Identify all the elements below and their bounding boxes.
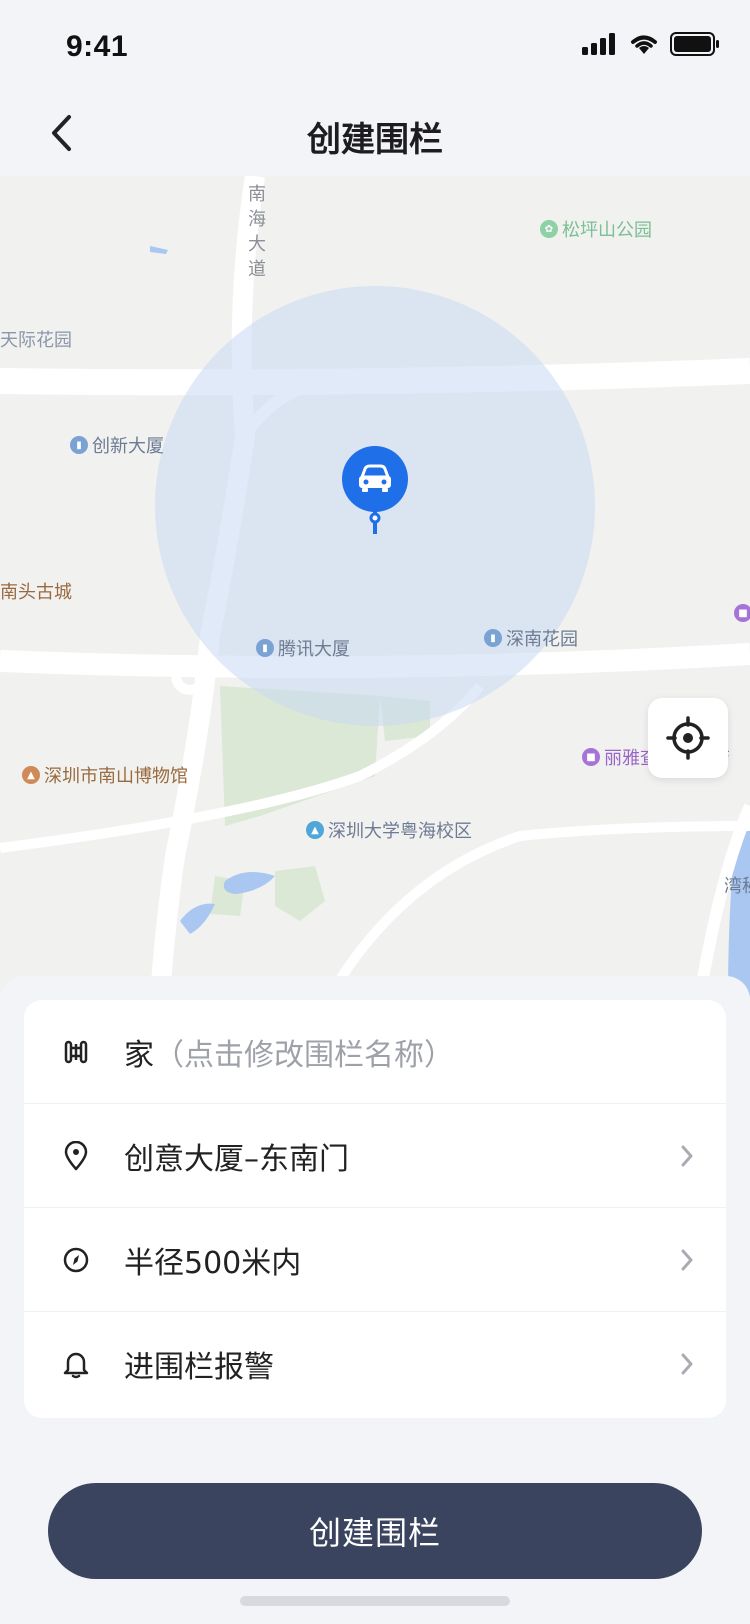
page-title: 创建围栏 [307,120,443,160]
fence-name-hint: （点击修改围栏名称） [154,1037,454,1073]
nav-bar: 创建围栏 [0,90,750,176]
fence-location-text: 创意大厦–东南门 [124,1141,349,1177]
status-time: 9:41 [66,30,129,63]
wifi-icon [631,35,657,54]
poi-szu[interactable]: ▲ 深圳大学粤海校区 [306,817,472,843]
hotel-icon: ■ [582,748,600,766]
building-icon: ▮ [70,436,88,454]
poi-songping-park[interactable]: ✿ 松坪山公园 [540,216,652,242]
fence-alarm-row[interactable]: 进围栏报警 [24,1312,726,1416]
vehicle-pin[interactable] [341,444,409,544]
poi-chuangxin[interactable]: ▮ 创新大厦 [70,432,164,458]
compass-icon [54,1246,98,1274]
location-pin-icon [54,1140,98,1171]
poi-shennan-garden[interactable]: ▮ 深南花园 [484,625,578,651]
create-fence-button[interactable]: 创建围栏 [48,1483,702,1579]
chevron-right-icon [681,1249,693,1271]
locate-button[interactable] [648,698,728,778]
poi-tianji-garden[interactable]: 天际花园 [0,326,72,352]
car-icon [342,446,408,534]
museum-icon: ▲ [22,766,40,784]
crosshair-icon [666,716,710,760]
road-label: 南 海 大 道 [248,184,266,280]
fence-location-row[interactable]: 创意大厦–东南门 [24,1104,726,1208]
fence-alarm-text: 进围栏报警 [124,1350,274,1385]
fence-icon [54,1038,98,1066]
map-view[interactable]: 南 海 大 道 ✿ 松坪山公园 天际花园 ▮ 创新大厦 南头古城 ▮ 腾讯大厦 … [0,176,750,996]
signal-icon [582,33,615,55]
map-background [0,176,750,996]
poi-wan[interactable]: 湾秘 [724,872,750,898]
poi-museum[interactable]: ▲ 深圳市南山博物馆 [22,762,188,788]
battery-icon [670,32,719,56]
fence-name-row[interactable]: 家（点击修改围栏名称） [24,1000,726,1104]
poi-nantou[interactable]: 南头古城 [0,578,72,604]
building-icon: ▮ [484,629,502,647]
status-bar: 9:41 [0,0,750,90]
school-icon: ▲ [306,821,324,839]
hotel-icon: ■ [734,604,750,622]
home-indicator [240,1596,510,1606]
fence-settings-card: 家（点击修改围栏名称） 创意大厦–东南门 半径500米内 进围栏报警 [24,1000,726,1418]
chevron-right-icon [681,1353,693,1375]
building-icon: ▮ [256,639,274,657]
bell-icon [54,1349,98,1379]
park-icon: ✿ [540,220,558,238]
fence-name-field[interactable]: 家（点击修改围栏名称） [124,1030,454,1074]
fence-radius-row[interactable]: 半径500米内 [24,1208,726,1312]
status-icons [582,32,720,56]
chevron-right-icon [681,1145,693,1167]
poi-hotel-edge[interactable]: ■ [734,604,750,622]
fence-name-value: 家 [124,1037,154,1073]
fence-radius-text: 半径500米内 [124,1245,302,1281]
poi-tencent[interactable]: ▮ 腾讯大厦 [256,635,350,661]
